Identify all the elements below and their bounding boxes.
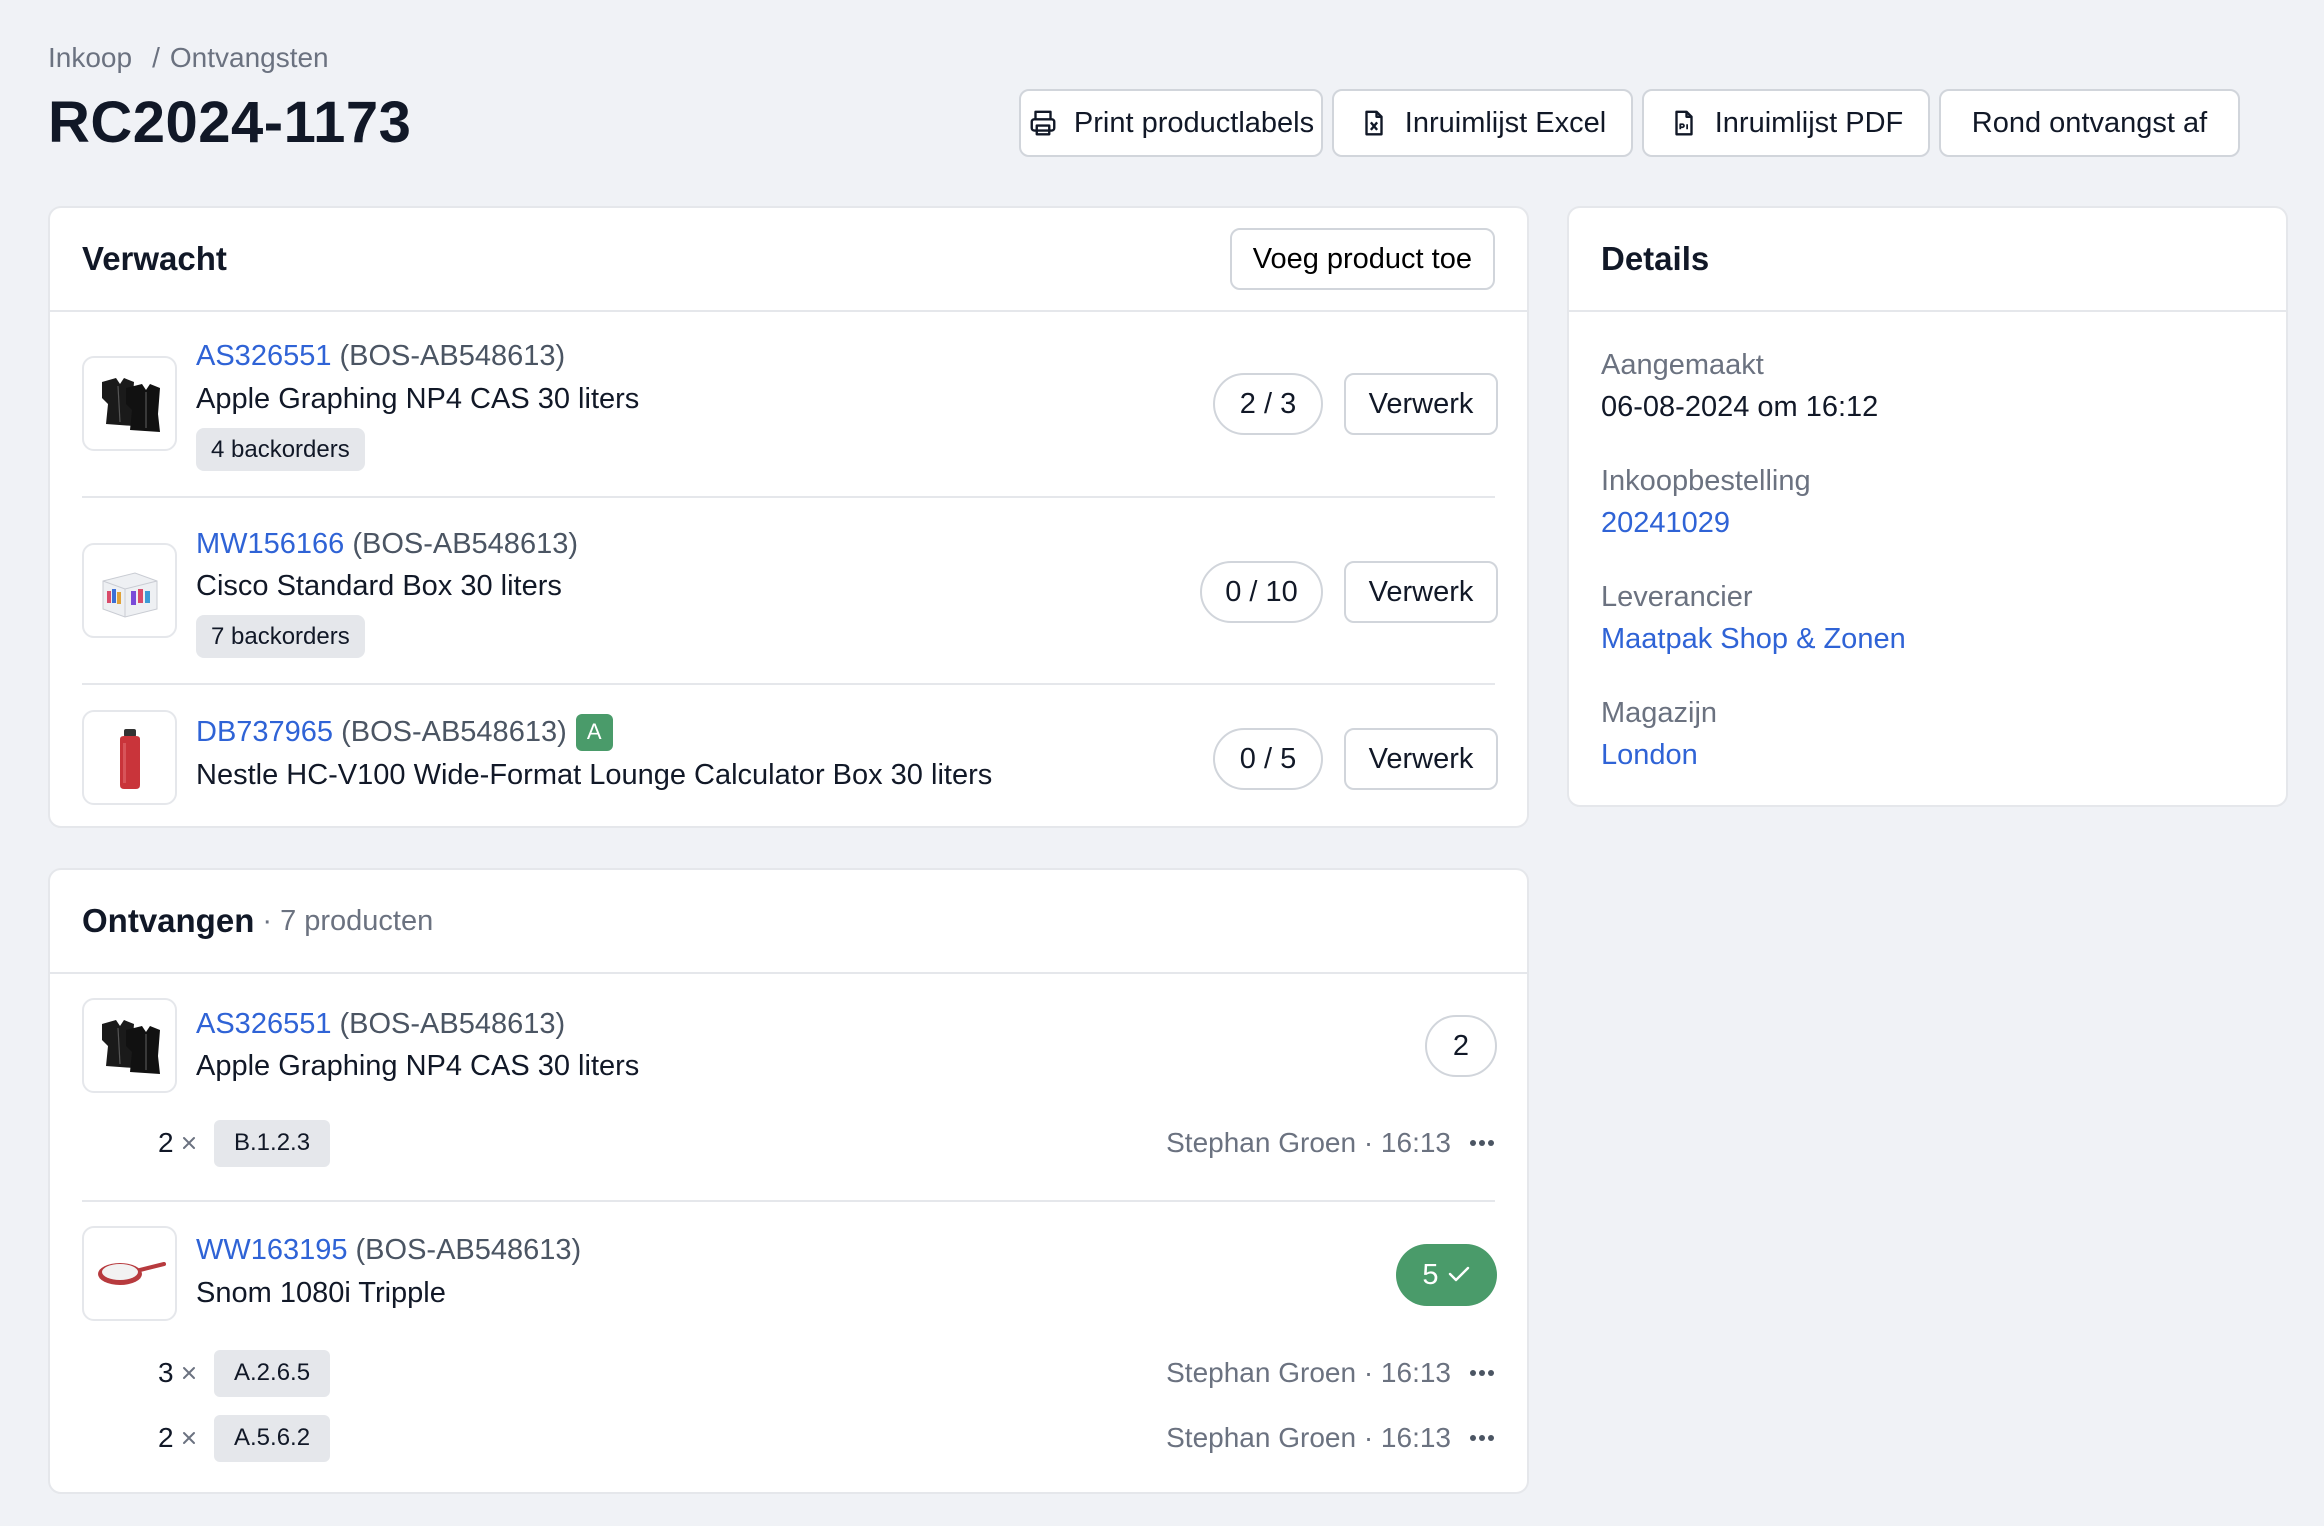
printer-icon — [1028, 108, 1058, 138]
product-sku-link[interactable]: WW163195 — [196, 1234, 348, 1267]
header-actions: Print productlabels Inruimlijst Excel In… — [1019, 89, 2240, 157]
product-name: Apple Graphing NP4 CAS 30 liters — [196, 1049, 640, 1082]
product-name: Cisco Standard Box 30 liters — [196, 569, 562, 602]
location-row: 3 A.2.6.5 Stephan Groen · 16:13 — [158, 1349, 1495, 1397]
location-row: 2 A.5.6.2 Stephan Groen · 16:13 — [158, 1414, 1495, 1462]
box-thumbnail — [82, 543, 177, 638]
received-count-badge: 2 — [1425, 1015, 1497, 1077]
print-productlabels-label: Print productlabels — [1073, 106, 1315, 139]
quantity-pill: 0 / 5 — [1213, 728, 1323, 790]
pan-thumbnail — [82, 1226, 177, 1321]
inruimlijst-excel-button[interactable]: Inruimlijst Excel — [1332, 89, 1633, 157]
product-sku-link[interactable]: MW156166 — [196, 528, 344, 561]
expected-card-header: Verwacht Voeg product toe — [50, 208, 1527, 312]
received-count-complete-badge: 5 — [1396, 1244, 1497, 1306]
jackets-thumbnail — [82, 998, 177, 1093]
product-name: Nestle HC-V100 Wide-Format Lounge Calcul… — [196, 758, 993, 791]
backorders-badge: 7 backorders — [196, 615, 365, 658]
breadcrumb-item-inkoop[interactable]: Inkoop — [48, 42, 132, 74]
inruimlijst-pdf-label: Inruimlijst PDF — [1714, 106, 1904, 139]
breadcrumb: Inkoop / Ontvangsten — [48, 38, 329, 78]
product-sku-link[interactable]: DB737965 — [196, 716, 333, 749]
pdf-file-icon — [1669, 108, 1699, 138]
backorders-badge: 4 backorders — [196, 428, 365, 471]
product-reference: (BOS-AB548613) — [352, 527, 578, 560]
excel-file-icon — [1359, 108, 1389, 138]
breadcrumb-item-ontvangsten[interactable]: Ontvangsten — [170, 42, 329, 74]
received-by-time: Stephan Groen · 16:13 — [1166, 1127, 1451, 1158]
jackets-thumbnail — [82, 356, 177, 451]
quantity-pill: 2 / 3 — [1213, 373, 1323, 435]
expected-card: Verwacht Voeg product toe AS326551 (BOS-… — [48, 206, 1529, 828]
times-icon — [180, 1357, 198, 1389]
purchase-order-link[interactable]: 20241029 — [1601, 503, 1730, 543]
purchase-order-label: Inkoopbestelling — [1601, 464, 1811, 497]
product-reference: (BOS-AB548613) — [355, 1233, 582, 1266]
location-quantity: 2 — [158, 1127, 174, 1158]
received-card-header: Ontvangen · 7 producten — [50, 870, 1527, 974]
product-name: Snom 1080i Tripple — [196, 1276, 446, 1309]
add-product-button[interactable]: Voeg product toe — [1229, 228, 1495, 290]
more-options-icon[interactable] — [1469, 1434, 1495, 1442]
inruimlijst-pdf-button[interactable]: Inruimlijst PDF — [1642, 89, 1930, 157]
check-icon — [1447, 1259, 1471, 1292]
supplier-link[interactable]: Maatpak Shop & Zonen — [1601, 619, 1906, 659]
a-badge: A — [575, 713, 613, 751]
details-card: Details Aangemaakt 06-08-2024 om 16:12 I… — [1567, 206, 2288, 807]
verwerk-button[interactable]: Verwerk — [1344, 561, 1498, 623]
details-card-header: Details — [1569, 208, 2286, 312]
product-sku-link[interactable]: AS326551 — [196, 340, 331, 373]
rond-ontvangst-af-button[interactable]: Rond ontvangst af — [1939, 89, 2240, 157]
product-name: Apple Graphing NP4 CAS 30 liters — [196, 382, 640, 415]
location-quantity: 2 — [158, 1422, 174, 1453]
inruimlijst-excel-label: Inruimlijst Excel — [1404, 106, 1607, 139]
location-quantity: 3 — [158, 1357, 174, 1388]
received-card: Ontvangen · 7 producten AS326551 (BOS-AB… — [48, 868, 1529, 1494]
breadcrumb-separator: / — [152, 42, 160, 73]
received-card-title: Ontvangen — [82, 902, 255, 939]
quantity-pill: 0 / 10 — [1200, 561, 1323, 623]
more-options-icon[interactable] — [1469, 1139, 1495, 1147]
verwerk-button[interactable]: Verwerk — [1344, 373, 1498, 435]
created-value: 06-08-2024 om 16:12 — [1601, 390, 1879, 423]
row-divider — [82, 683, 1495, 685]
location-tag: B.1.2.3 — [214, 1119, 331, 1167]
row-divider — [82, 496, 1495, 498]
rond-ontvangst-af-label: Rond ontvangst af — [1971, 106, 2208, 139]
product-sku-link[interactable]: AS326551 — [196, 1008, 331, 1041]
verwerk-button[interactable]: Verwerk — [1344, 728, 1498, 790]
times-icon — [180, 1127, 198, 1159]
location-row: 2 B.1.2.3 Stephan Groen · 16:13 — [158, 1119, 1495, 1167]
received-by-time: Stephan Groen · 16:13 — [1166, 1422, 1451, 1453]
received-product-count: · 7 producten — [262, 904, 434, 937]
times-icon — [180, 1422, 198, 1454]
product-reference: (BOS-AB548613) — [341, 715, 567, 748]
location-tag: A.2.6.5 — [214, 1349, 331, 1397]
product-reference: (BOS-AB548613) — [339, 339, 566, 372]
warehouse-link[interactable]: London — [1601, 735, 1698, 775]
supplier-label: Leverancier — [1601, 580, 1753, 613]
location-tag: A.5.6.2 — [214, 1414, 331, 1462]
more-options-icon[interactable] — [1469, 1369, 1495, 1377]
page-title: RC2024-1173 — [48, 89, 412, 155]
received-by-time: Stephan Groen · 16:13 — [1166, 1357, 1451, 1388]
created-label: Aangemaakt — [1601, 348, 1764, 381]
bottle-thumbnail — [82, 710, 177, 805]
expected-card-title: Verwacht — [82, 240, 227, 277]
details-card-title: Details — [1601, 240, 1710, 277]
product-reference: (BOS-AB548613) — [339, 1007, 566, 1040]
print-productlabels-button[interactable]: Print productlabels — [1019, 89, 1323, 157]
row-divider — [82, 1200, 1495, 1202]
received-count: 5 — [1422, 1258, 1439, 1291]
warehouse-label: Magazijn — [1601, 696, 1718, 729]
